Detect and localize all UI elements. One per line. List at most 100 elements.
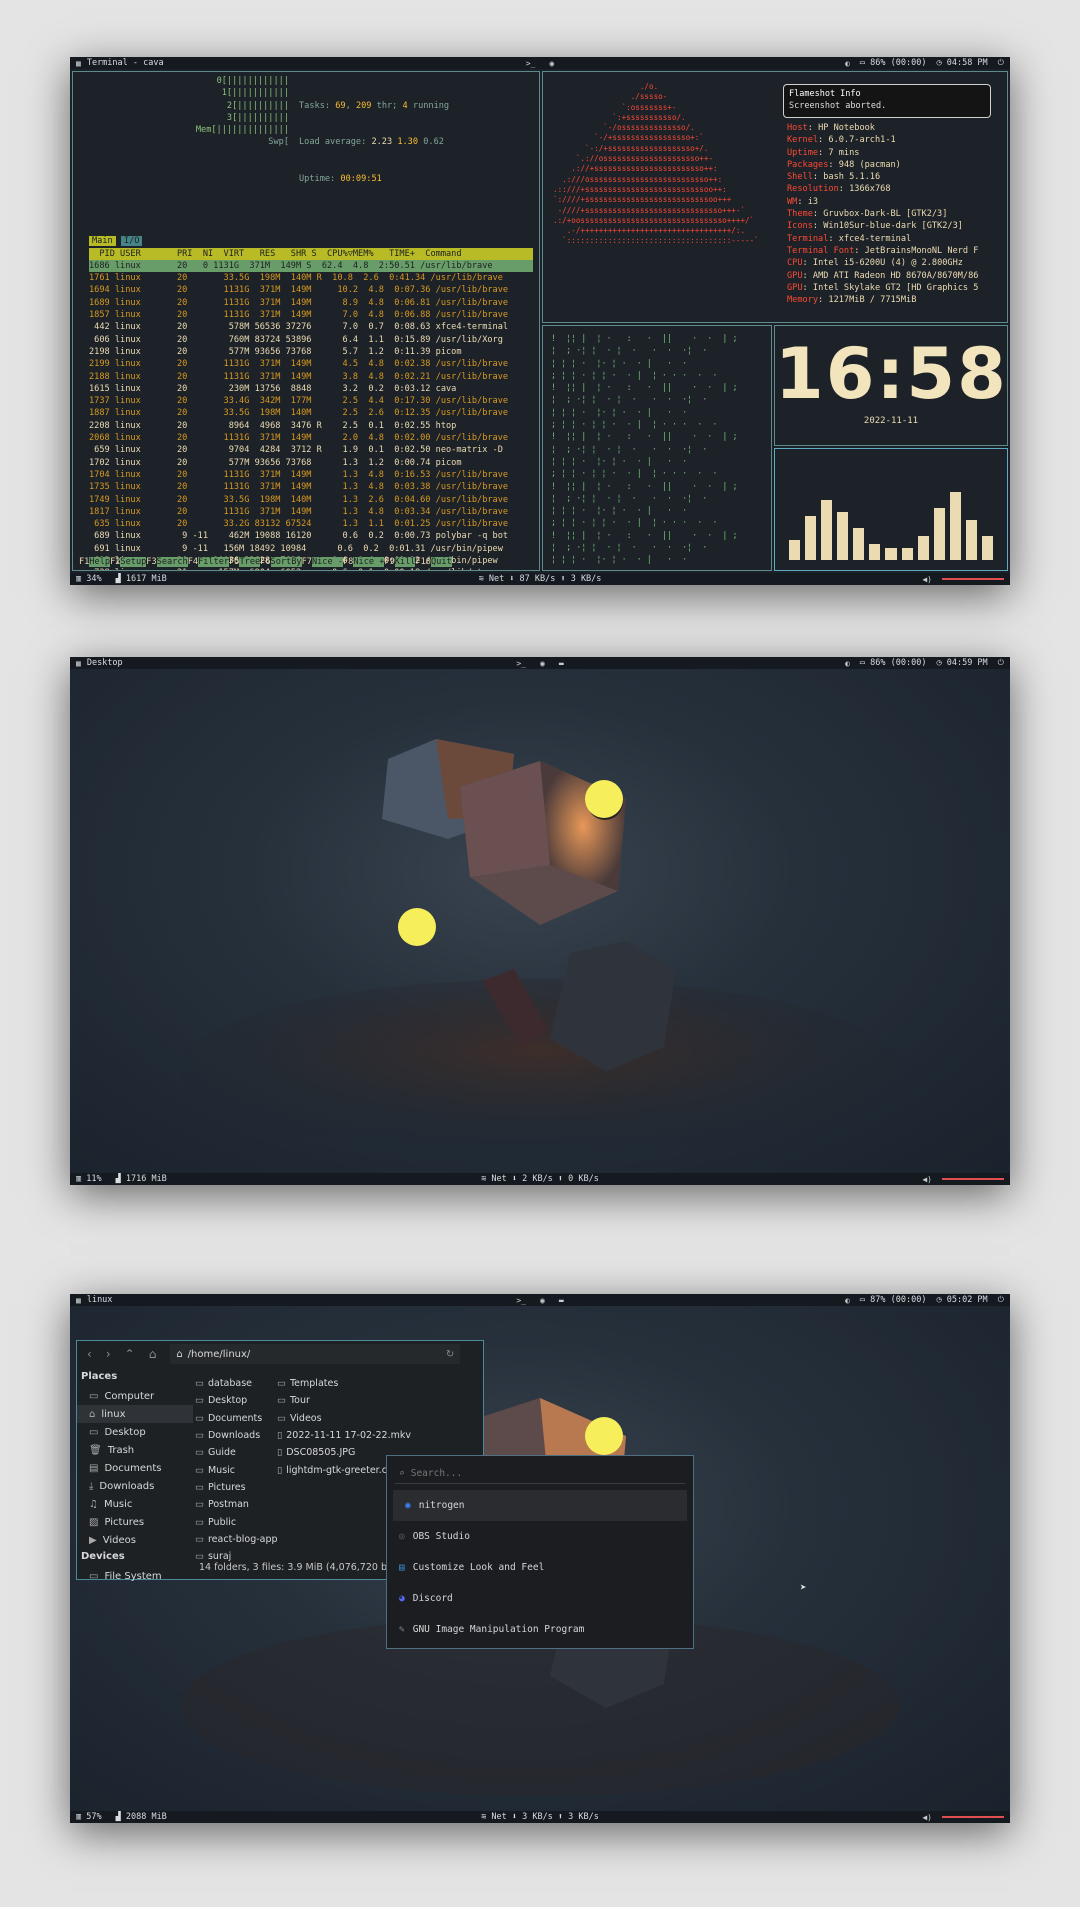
fkey-nice[interactable]: F8Nice +: [343, 556, 385, 567]
workspace-icon[interactable]: ▦: [76, 59, 81, 68]
volume-slider[interactable]: [942, 1178, 1004, 1180]
file-item[interactable]: ▭ Templates: [277, 1375, 417, 1392]
table-row[interactable]: 635 linux 20 33.2G 83132 67524 1.3 1.1 0…: [89, 518, 533, 530]
volume-icon[interactable]: ◀): [922, 575, 932, 584]
file-item[interactable]: ▭ Music: [195, 1461, 277, 1478]
browser-icon[interactable]: ◉: [549, 59, 554, 68]
file-item[interactable]: ▭ Guide: [195, 1444, 277, 1461]
table-row[interactable]: 1749 linux 20 33.5G 198M 140M 1.3 2.6 0:…: [89, 494, 533, 506]
table-row[interactable]: 1694 linux 20 1131G 371M 149M 10.2 4.8 0…: [89, 284, 533, 296]
table-row[interactable]: 1857 linux 20 1131G 371M 149M 7.0 4.8 0:…: [89, 309, 533, 321]
fkey-nice[interactable]: F7Nice -: [302, 556, 343, 567]
table-row[interactable]: 689 linux 9 -11 462M 19088 16120 0.6 0.2…: [89, 530, 533, 542]
sidebar-item-trash[interactable]: 🗑 Trash: [77, 1441, 193, 1459]
palette-icon[interactable]: ◐: [845, 59, 850, 68]
file-item[interactable]: ▭ Videos: [277, 1410, 417, 1427]
browser-icon[interactable]: ◉: [540, 659, 545, 668]
file-item[interactable]: ▭ Downloads: [195, 1427, 277, 1444]
file-item[interactable]: ▭ Tour: [277, 1392, 417, 1409]
fkey-filter[interactable]: F4Filter: [188, 556, 230, 567]
browser-icon[interactable]: ◉: [540, 1296, 545, 1305]
table-row[interactable]: 2199 linux 20 1131G 371M 149M 4.5 4.8 0:…: [89, 358, 533, 370]
table-row[interactable]: 2068 linux 20 1131G 371M 149M 2.0 4.8 0:…: [89, 432, 533, 444]
sidebar-item-desktop[interactable]: ▭ Desktop: [77, 1423, 193, 1441]
volume-slider[interactable]: [942, 1816, 1004, 1818]
tab-main[interactable]: Main: [89, 236, 116, 247]
file-item[interactable]: ▭ database: [195, 1375, 277, 1392]
power-icon[interactable]: ⏻: [998, 658, 1004, 668]
back-icon[interactable]: ‹: [87, 1347, 92, 1361]
folder-icon[interactable]: ▬: [559, 659, 564, 668]
volume-icon[interactable]: ◀): [922, 1813, 932, 1822]
table-row[interactable]: 659 linux 20 9704 4284 3712 R 1.9 0.1 0:…: [89, 444, 533, 456]
fkey-help[interactable]: F1Help: [79, 556, 111, 567]
terminal-icon[interactable]: >_: [526, 59, 536, 68]
fkey-tree[interactable]: F5Tree: [229, 556, 261, 567]
table-row[interactable]: 2208 linux 20 8964 4968 3476 R 2.5 0.1 0…: [89, 420, 533, 432]
launcher-item-customize-look-and-feel[interactable]: ▤ Customize Look and Feel: [387, 1552, 693, 1583]
file-item[interactable]: ▭ Public: [195, 1513, 277, 1530]
table-row[interactable]: 1761 linux 20 33.5G 198M 140M R 10.8 2.6…: [89, 272, 533, 284]
file-item[interactable]: ▭ Pictures: [195, 1479, 277, 1496]
forward-icon[interactable]: ›: [106, 1347, 111, 1361]
terminal-icon[interactable]: >_: [516, 659, 526, 668]
file-item[interactable]: ▭ Postman: [195, 1496, 277, 1513]
sidebar-item-computer[interactable]: ▭ Computer: [77, 1387, 193, 1405]
fkey-search[interactable]: F3Search: [146, 556, 188, 567]
sidebar-item-filesystem[interactable]: ▭ File System: [77, 1567, 193, 1585]
launcher-search[interactable]: ⌕ Search...: [395, 1464, 685, 1484]
folder-icon[interactable]: ▬: [559, 1296, 564, 1305]
places-list[interactable]: ▭ Computer ⌂ linux ▭ Desktop 🗑 Trash ▤ Documents ⤓…: [77, 1387, 193, 1549]
table-row[interactable]: 1704 linux 20 1131G 371M 149M 1.3 4.8 0:…: [89, 469, 533, 481]
fkey-sortby[interactable]: F6SortBy: [260, 556, 302, 567]
power-icon[interactable]: ⏻: [998, 58, 1004, 68]
power-icon[interactable]: ⏻: [998, 1295, 1004, 1305]
file-item[interactable]: ▭ Documents: [195, 1410, 277, 1427]
sidebar-item-videos[interactable]: ▶ Videos: [77, 1531, 193, 1549]
table-row[interactable]: 1615 linux 20 230M 13756 8848 3.2 0.2 0:…: [89, 383, 533, 395]
table-row[interactable]: 1737 linux 20 33.4G 342M 177M 2.5 4.4 0:…: [89, 395, 533, 407]
table-row[interactable]: 2188 linux 20 1131G 371M 149M 3.8 4.8 0:…: [89, 371, 533, 383]
tab-io[interactable]: I/O: [120, 236, 143, 247]
terminal-icon[interactable]: >_: [516, 1296, 526, 1305]
workspace-icon[interactable]: ▦: [76, 659, 81, 668]
table-row[interactable]: 1887 linux 20 33.5G 198M 140M 2.5 2.6 0:…: [89, 407, 533, 419]
process-table-header[interactable]: PID USER PRI NI VIRT RES SHR S CPU%▽MEM%…: [89, 247, 533, 260]
launcher-item-discord[interactable]: ◕ Discord: [387, 1583, 693, 1614]
workspace-icon[interactable]: ▦: [76, 1296, 81, 1305]
sidebar-item-music[interactable]: ♫ Music: [77, 1495, 193, 1513]
file-item[interactable]: ▭ react-blog-app: [195, 1531, 277, 1548]
fkey-quit[interactable]: F10Quit: [415, 556, 452, 567]
sidebar-item-pictures[interactable]: ▨ Pictures: [77, 1513, 193, 1531]
table-row[interactable]: 1686 linux 20 0 1131G 371M 149M S 62.4 4…: [89, 259, 533, 273]
launcher-results[interactable]: ◉ nitrogen ◎ OBS Studio ▤ Customize Look and …: [387, 1490, 693, 1645]
process-table[interactable]: 1686 linux 20 0 1131G 371M 149M S 62.4 4…: [89, 259, 533, 570]
table-row[interactable]: 606 linux 20 760M 83724 53896 6.4 1.1 0:…: [89, 334, 533, 346]
file-item[interactable]: ▭ Desktop: [195, 1392, 277, 1409]
file-list-column-1[interactable]: ▭ database ▭ Desktop ▭ Documents ▭ Downloads ▭ Gu…: [195, 1375, 277, 1565]
table-row[interactable]: 2198 linux 20 577M 93656 73768 5.7 1.2 0…: [89, 346, 533, 358]
sidebar-item-linux[interactable]: ⌂ linux: [77, 1405, 193, 1423]
palette-icon[interactable]: ◐: [845, 1296, 850, 1305]
fkey-kill[interactable]: F9Kill: [384, 556, 416, 567]
table-row[interactable]: 691 linux 9 -11 156M 18492 10984 0.6 0.2…: [89, 543, 533, 555]
volume-slider[interactable]: [942, 578, 1004, 580]
path-bar[interactable]: ⌂/home/linux/↻: [170, 1344, 461, 1364]
devices-list[interactable]: ▭ File System: [77, 1567, 193, 1585]
table-row[interactable]: 442 linux 20 578M 56536 37276 7.0 0.7 0:…: [89, 321, 533, 333]
launcher-item-obs-studio[interactable]: ◎ OBS Studio: [387, 1521, 693, 1552]
table-row[interactable]: 1689 linux 20 1131G 371M 149M 8.9 4.8 0:…: [89, 297, 533, 309]
table-row[interactable]: 1702 linux 20 577M 93656 73768 1.3 1.2 0…: [89, 457, 533, 469]
htop-pane[interactable]: 0[|||||||||||| 1[||||||||||| 2[|||||||||| 3…: [72, 71, 540, 571]
up-icon[interactable]: ⌃: [125, 1347, 135, 1361]
table-row[interactable]: 1735 linux 20 1131G 371M 149M 1.3 4.8 0:…: [89, 481, 533, 493]
reload-icon[interactable]: ↻: [446, 1349, 454, 1360]
home-icon[interactable]: ⌂: [149, 1347, 157, 1361]
launcher-item-nitrogen[interactable]: ◉ nitrogen: [393, 1490, 687, 1521]
file-item[interactable]: ▯ 2022-11-11 17-02-22.mkv: [277, 1427, 417, 1444]
sidebar-item-documents[interactable]: ▤ Documents: [77, 1459, 193, 1477]
launcher-item-gnu-image-manipulation-program[interactable]: ✎ GNU Image Manipulation Program: [387, 1614, 693, 1645]
app-launcher[interactable]: ⌕ Search... ◉ nitrogen ◎ OBS Studio ▤ Customiz…: [386, 1455, 694, 1649]
sidebar-item-downloads[interactable]: ⤓ Downloads: [77, 1477, 193, 1495]
table-row[interactable]: 1817 linux 20 1131G 371M 149M 1.3 4.8 0:…: [89, 506, 533, 518]
